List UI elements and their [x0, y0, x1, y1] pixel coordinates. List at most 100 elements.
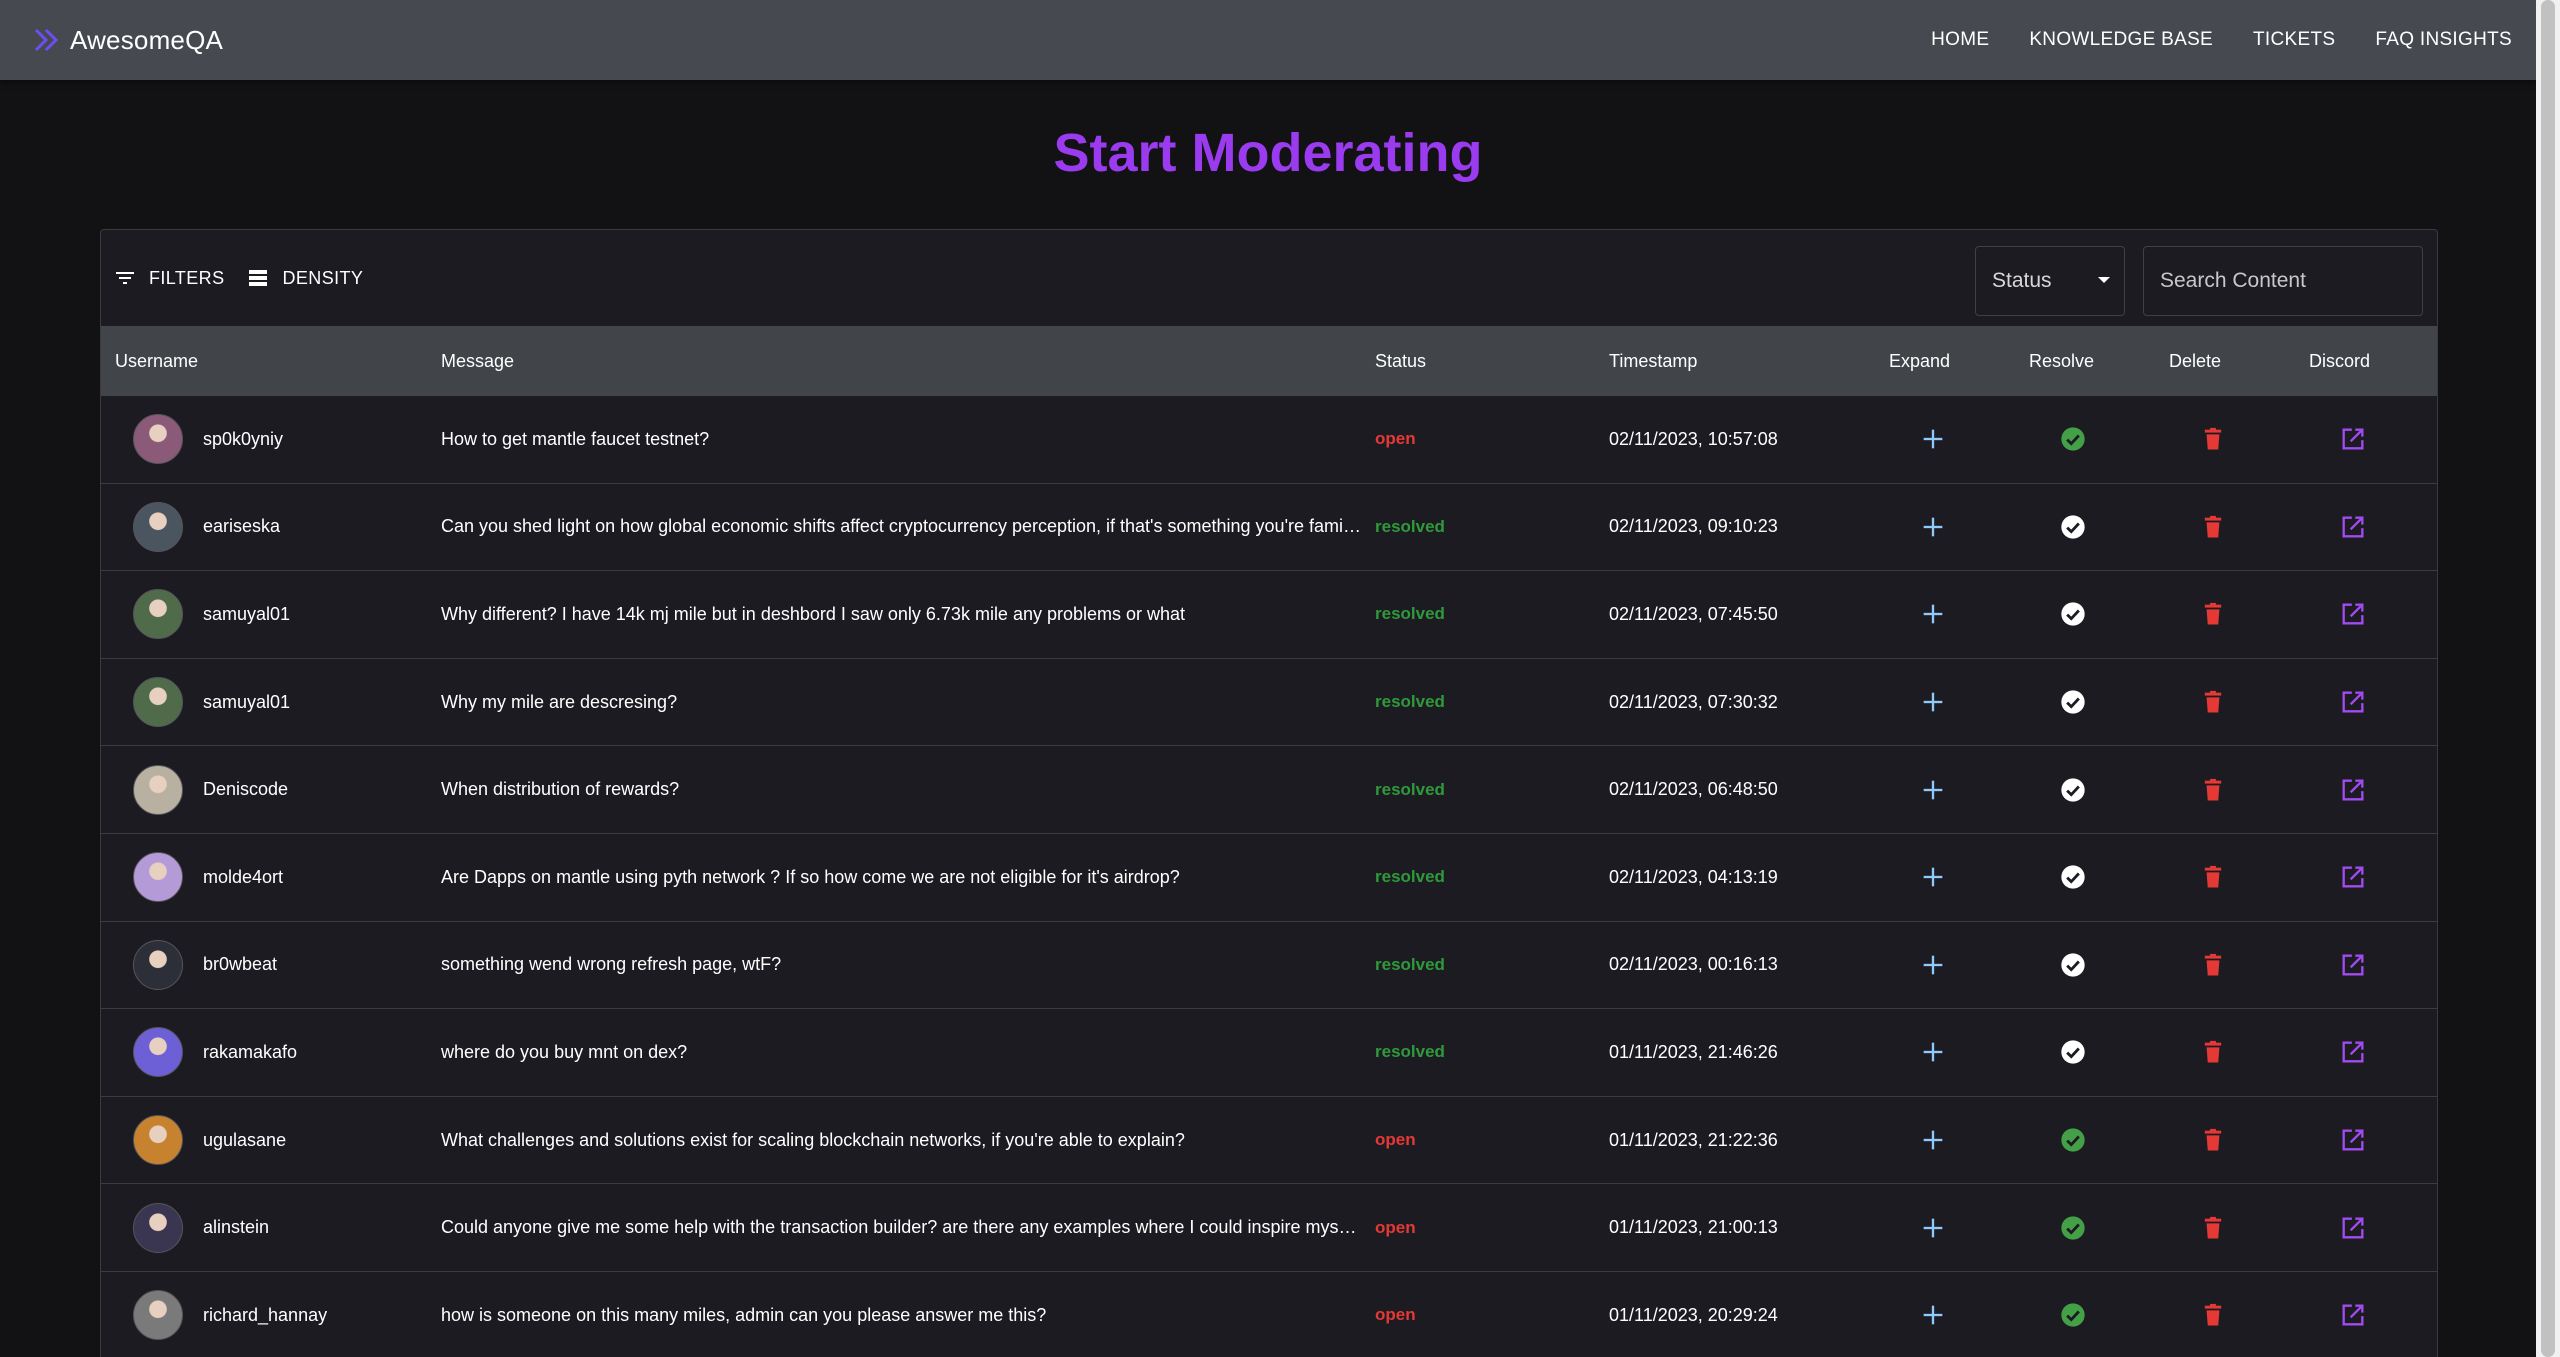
- trash-icon[interactable]: [2199, 1301, 2227, 1329]
- open-in-new-icon[interactable]: [2339, 688, 2367, 716]
- table-row[interactable]: br0wbeat something wend wrong refresh pag…: [101, 922, 2437, 1010]
- trash-icon[interactable]: [2199, 951, 2227, 979]
- trash-icon[interactable]: [2199, 1214, 2227, 1242]
- message-cell: Could anyone give me some help with the …: [441, 1184, 1446, 1271]
- plus-icon[interactable]: [1919, 1214, 1947, 1242]
- discord-cell: [2333, 1184, 2373, 1271]
- plus-icon[interactable]: [1919, 425, 1947, 453]
- resolve-cell: [2053, 834, 2093, 921]
- table-row[interactable]: molde4ort Are Dapps on mantle using pyth …: [101, 834, 2437, 922]
- table-row[interactable]: sp0k0yniy How to get mantle faucet testne…: [101, 396, 2437, 484]
- username-cell: samuyal01: [133, 571, 433, 658]
- check-circle-icon[interactable]: [2059, 776, 2087, 804]
- message-cell: Why my mile are descresing?: [441, 659, 1446, 746]
- table-row[interactable]: samuyal01 Why my mile are descresing? reso…: [101, 659, 2437, 747]
- message-text: When distribution of rewards?: [441, 779, 680, 800]
- nav-link-faq-insights[interactable]: FAQ INSIGHTS: [2355, 29, 2532, 51]
- status-badge: resolved: [1375, 779, 1445, 799]
- username-text: sp0k0yniy: [203, 428, 284, 449]
- open-in-new-icon[interactable]: [2339, 425, 2367, 453]
- open-in-new-icon[interactable]: [2339, 600, 2367, 628]
- username-cell: Deniscode: [133, 746, 433, 833]
- check-circle-icon[interactable]: [2059, 863, 2087, 891]
- status-badge: resolved: [1375, 1042, 1445, 1062]
- trash-icon[interactable]: [2199, 425, 2227, 453]
- message-cell: something wend wrong refresh page, wtF?: [441, 922, 1446, 1009]
- table-row[interactable]: ugulasane What challenges and solutions e…: [101, 1097, 2437, 1185]
- nav-link-tickets[interactable]: TICKETS: [2233, 29, 2355, 51]
- trash-icon[interactable]: [2199, 600, 2227, 628]
- plus-icon[interactable]: [1919, 1038, 1947, 1066]
- message-cell: Can you shed light on how global economi…: [441, 484, 1446, 571]
- check-circle-icon[interactable]: [2059, 513, 2087, 541]
- check-circle-icon[interactable]: [2059, 1038, 2087, 1066]
- table-row[interactable]: eariseska Can you shed light on how globa…: [101, 484, 2437, 572]
- check-circle-icon[interactable]: [2059, 1301, 2087, 1329]
- username-cell: samuyal01: [133, 659, 433, 746]
- plus-icon[interactable]: [1919, 1301, 1947, 1329]
- open-in-new-icon[interactable]: [2339, 1214, 2367, 1242]
- search-input[interactable]: [2143, 246, 2423, 316]
- open-in-new-icon[interactable]: [2339, 863, 2367, 891]
- open-in-new-icon[interactable]: [2339, 1126, 2367, 1154]
- delete-cell: [2193, 1184, 2233, 1271]
- open-in-new-icon[interactable]: [2339, 1038, 2367, 1066]
- chevron-down-icon: [2098, 277, 2110, 283]
- plus-icon[interactable]: [1919, 1126, 1947, 1154]
- table-row[interactable]: samuyal01 Why different? I have 14k mj mi…: [101, 571, 2437, 659]
- scrollbar-thumb[interactable]: [2541, 0, 2555, 1357]
- check-circle-icon[interactable]: [2059, 1214, 2087, 1242]
- column-header-discord[interactable]: Discord: [2309, 351, 2370, 372]
- open-in-new-icon[interactable]: [2339, 776, 2367, 804]
- trash-icon[interactable]: [2199, 863, 2227, 891]
- status-filter-select[interactable]: Status: [1975, 246, 2125, 316]
- message-text: Why my mile are descresing?: [441, 691, 678, 712]
- check-circle-icon[interactable]: [2059, 688, 2087, 716]
- brand[interactable]: AwesomeQA: [32, 24, 223, 56]
- nav-link-knowledge-base[interactable]: KNOWLEDGE BASE: [2009, 29, 2233, 51]
- check-circle-icon[interactable]: [2059, 600, 2087, 628]
- trash-icon[interactable]: [2199, 1126, 2227, 1154]
- message-cell: Why different? I have 14k mj mile but in…: [441, 571, 1446, 658]
- open-in-new-icon[interactable]: [2339, 513, 2367, 541]
- check-circle-icon[interactable]: [2059, 951, 2087, 979]
- trash-icon[interactable]: [2199, 1038, 2227, 1066]
- column-header-status[interactable]: Status: [1375, 351, 1426, 372]
- nav-link-home[interactable]: HOME: [1911, 29, 2009, 51]
- table-row[interactable]: richard_hannay how is someone on this man…: [101, 1272, 2437, 1357]
- trash-icon[interactable]: [2199, 688, 2227, 716]
- resolve-cell: [2053, 1097, 2093, 1184]
- density-button[interactable]: DENSITY: [246, 266, 363, 290]
- filters-button[interactable]: FILTERS: [113, 266, 224, 290]
- column-header-resolve[interactable]: Resolve: [2029, 351, 2094, 372]
- check-circle-icon[interactable]: [2059, 425, 2087, 453]
- open-in-new-icon[interactable]: [2339, 1301, 2367, 1329]
- plus-icon[interactable]: [1919, 863, 1947, 891]
- discord-cell: [2333, 1272, 2373, 1357]
- plus-icon[interactable]: [1919, 776, 1947, 804]
- column-header-expand[interactable]: Expand: [1889, 351, 1950, 372]
- table-row[interactable]: rakamakafo where do you buy mnt on dex? re…: [101, 1009, 2437, 1097]
- trash-icon[interactable]: [2199, 776, 2227, 804]
- column-header-username[interactable]: Username: [115, 351, 198, 372]
- open-in-new-icon[interactable]: [2339, 951, 2367, 979]
- column-header-timestamp[interactable]: Timestamp: [1609, 351, 1697, 372]
- table-row[interactable]: Deniscode When distribution of rewards? re…: [101, 746, 2437, 834]
- status-badge: open: [1375, 1130, 1416, 1150]
- table-row[interactable]: alinstein Could anyone give me some help …: [101, 1184, 2437, 1272]
- delete-cell: [2193, 834, 2233, 921]
- username-cell: rakamakafo: [133, 1009, 433, 1096]
- plus-icon[interactable]: [1919, 600, 1947, 628]
- column-header-delete[interactable]: Delete: [2169, 351, 2221, 372]
- message-cell: When distribution of rewards?: [441, 746, 1446, 833]
- vertical-scrollbar[interactable]: [2536, 0, 2560, 1357]
- plus-icon[interactable]: [1919, 688, 1947, 716]
- status-badge: resolved: [1375, 692, 1445, 712]
- column-header-message[interactable]: Message: [441, 351, 514, 372]
- delete-cell: [2193, 1272, 2233, 1357]
- plus-icon[interactable]: [1919, 513, 1947, 541]
- plus-icon[interactable]: [1919, 951, 1947, 979]
- check-circle-icon[interactable]: [2059, 1126, 2087, 1154]
- resolve-cell: [2053, 484, 2093, 571]
- trash-icon[interactable]: [2199, 513, 2227, 541]
